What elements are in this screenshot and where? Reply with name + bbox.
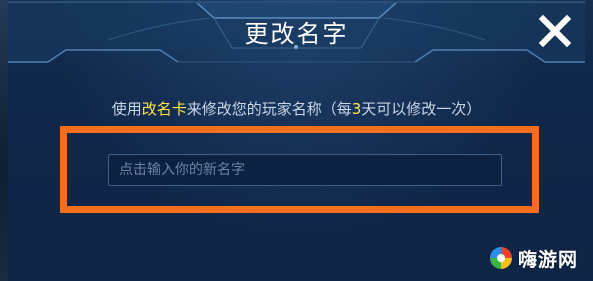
watermark: 嗨游网 bbox=[488, 244, 578, 272]
rename-instruction: 使用改名卡来修改您的玩家名称（每3天可以修改一次） bbox=[0, 98, 593, 119]
haiyou-logo-icon bbox=[490, 247, 512, 269]
instruction-text-2: 来修改您的玩家名称（每 bbox=[186, 100, 352, 118]
close-button[interactable] bbox=[538, 14, 572, 48]
rename-card-highlight: 改名卡 bbox=[141, 100, 187, 118]
instruction-text-1: 使用 bbox=[111, 100, 142, 118]
instruction-text-3: 天可以修改一次） bbox=[361, 100, 482, 118]
new-name-input[interactable] bbox=[108, 154, 502, 186]
dialog-title: 更改名字 bbox=[244, 20, 349, 48]
watermark-text: 嗨游网 bbox=[518, 248, 579, 271]
days-count-highlight: 3 bbox=[351, 100, 362, 118]
close-icon[interactable] bbox=[538, 14, 572, 48]
